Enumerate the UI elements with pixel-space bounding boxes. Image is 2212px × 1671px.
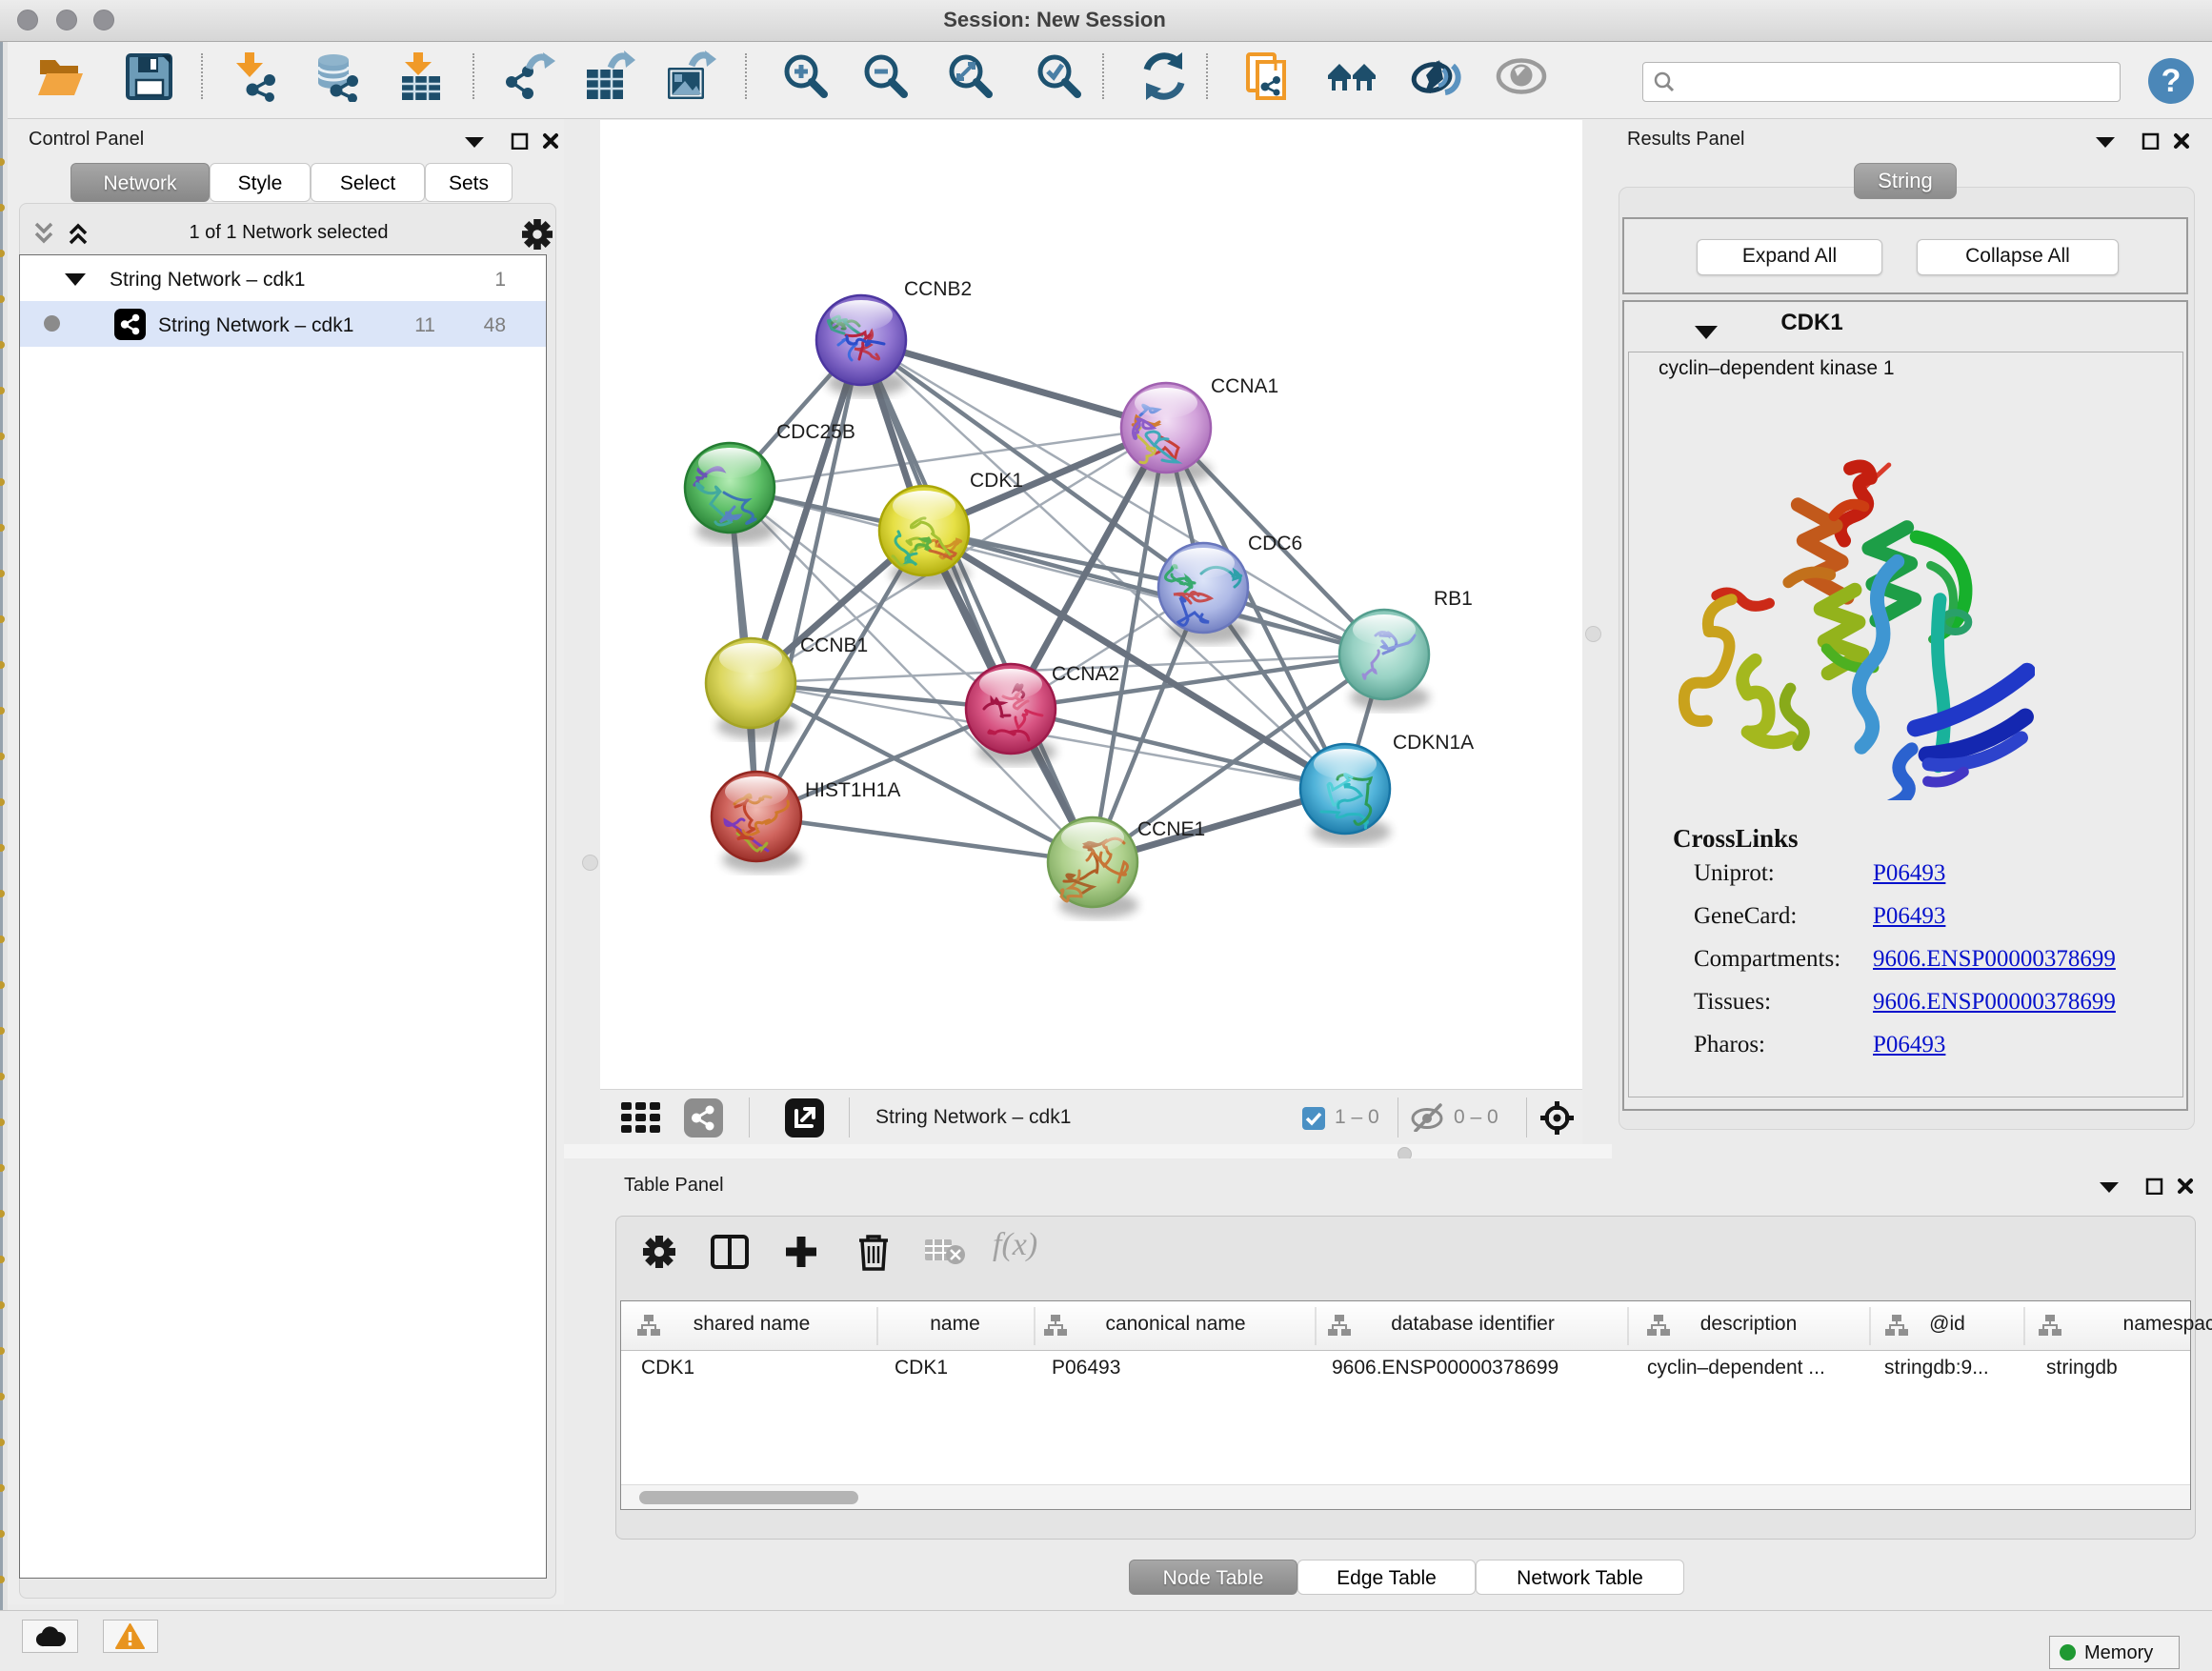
- svg-text:CCNA1: CCNA1: [1211, 375, 1278, 397]
- svg-text:CCNE1: CCNE1: [1137, 818, 1205, 840]
- svg-text:CCNB1: CCNB1: [800, 634, 868, 656]
- svg-text:CDKN1A: CDKN1A: [1393, 732, 1474, 754]
- svg-text:CDC25B: CDC25B: [776, 421, 855, 443]
- svg-text:CDC6: CDC6: [1248, 533, 1302, 554]
- svg-text:CCNA2: CCNA2: [1052, 663, 1119, 685]
- svg-text:HIST1H1A: HIST1H1A: [805, 779, 900, 801]
- svg-text:RB1: RB1: [1434, 588, 1473, 610]
- svg-text:CCNB2: CCNB2: [904, 278, 972, 300]
- svg-text:CDK1: CDK1: [970, 470, 1023, 492]
- svg-text:?: ?: [2162, 63, 2182, 99]
